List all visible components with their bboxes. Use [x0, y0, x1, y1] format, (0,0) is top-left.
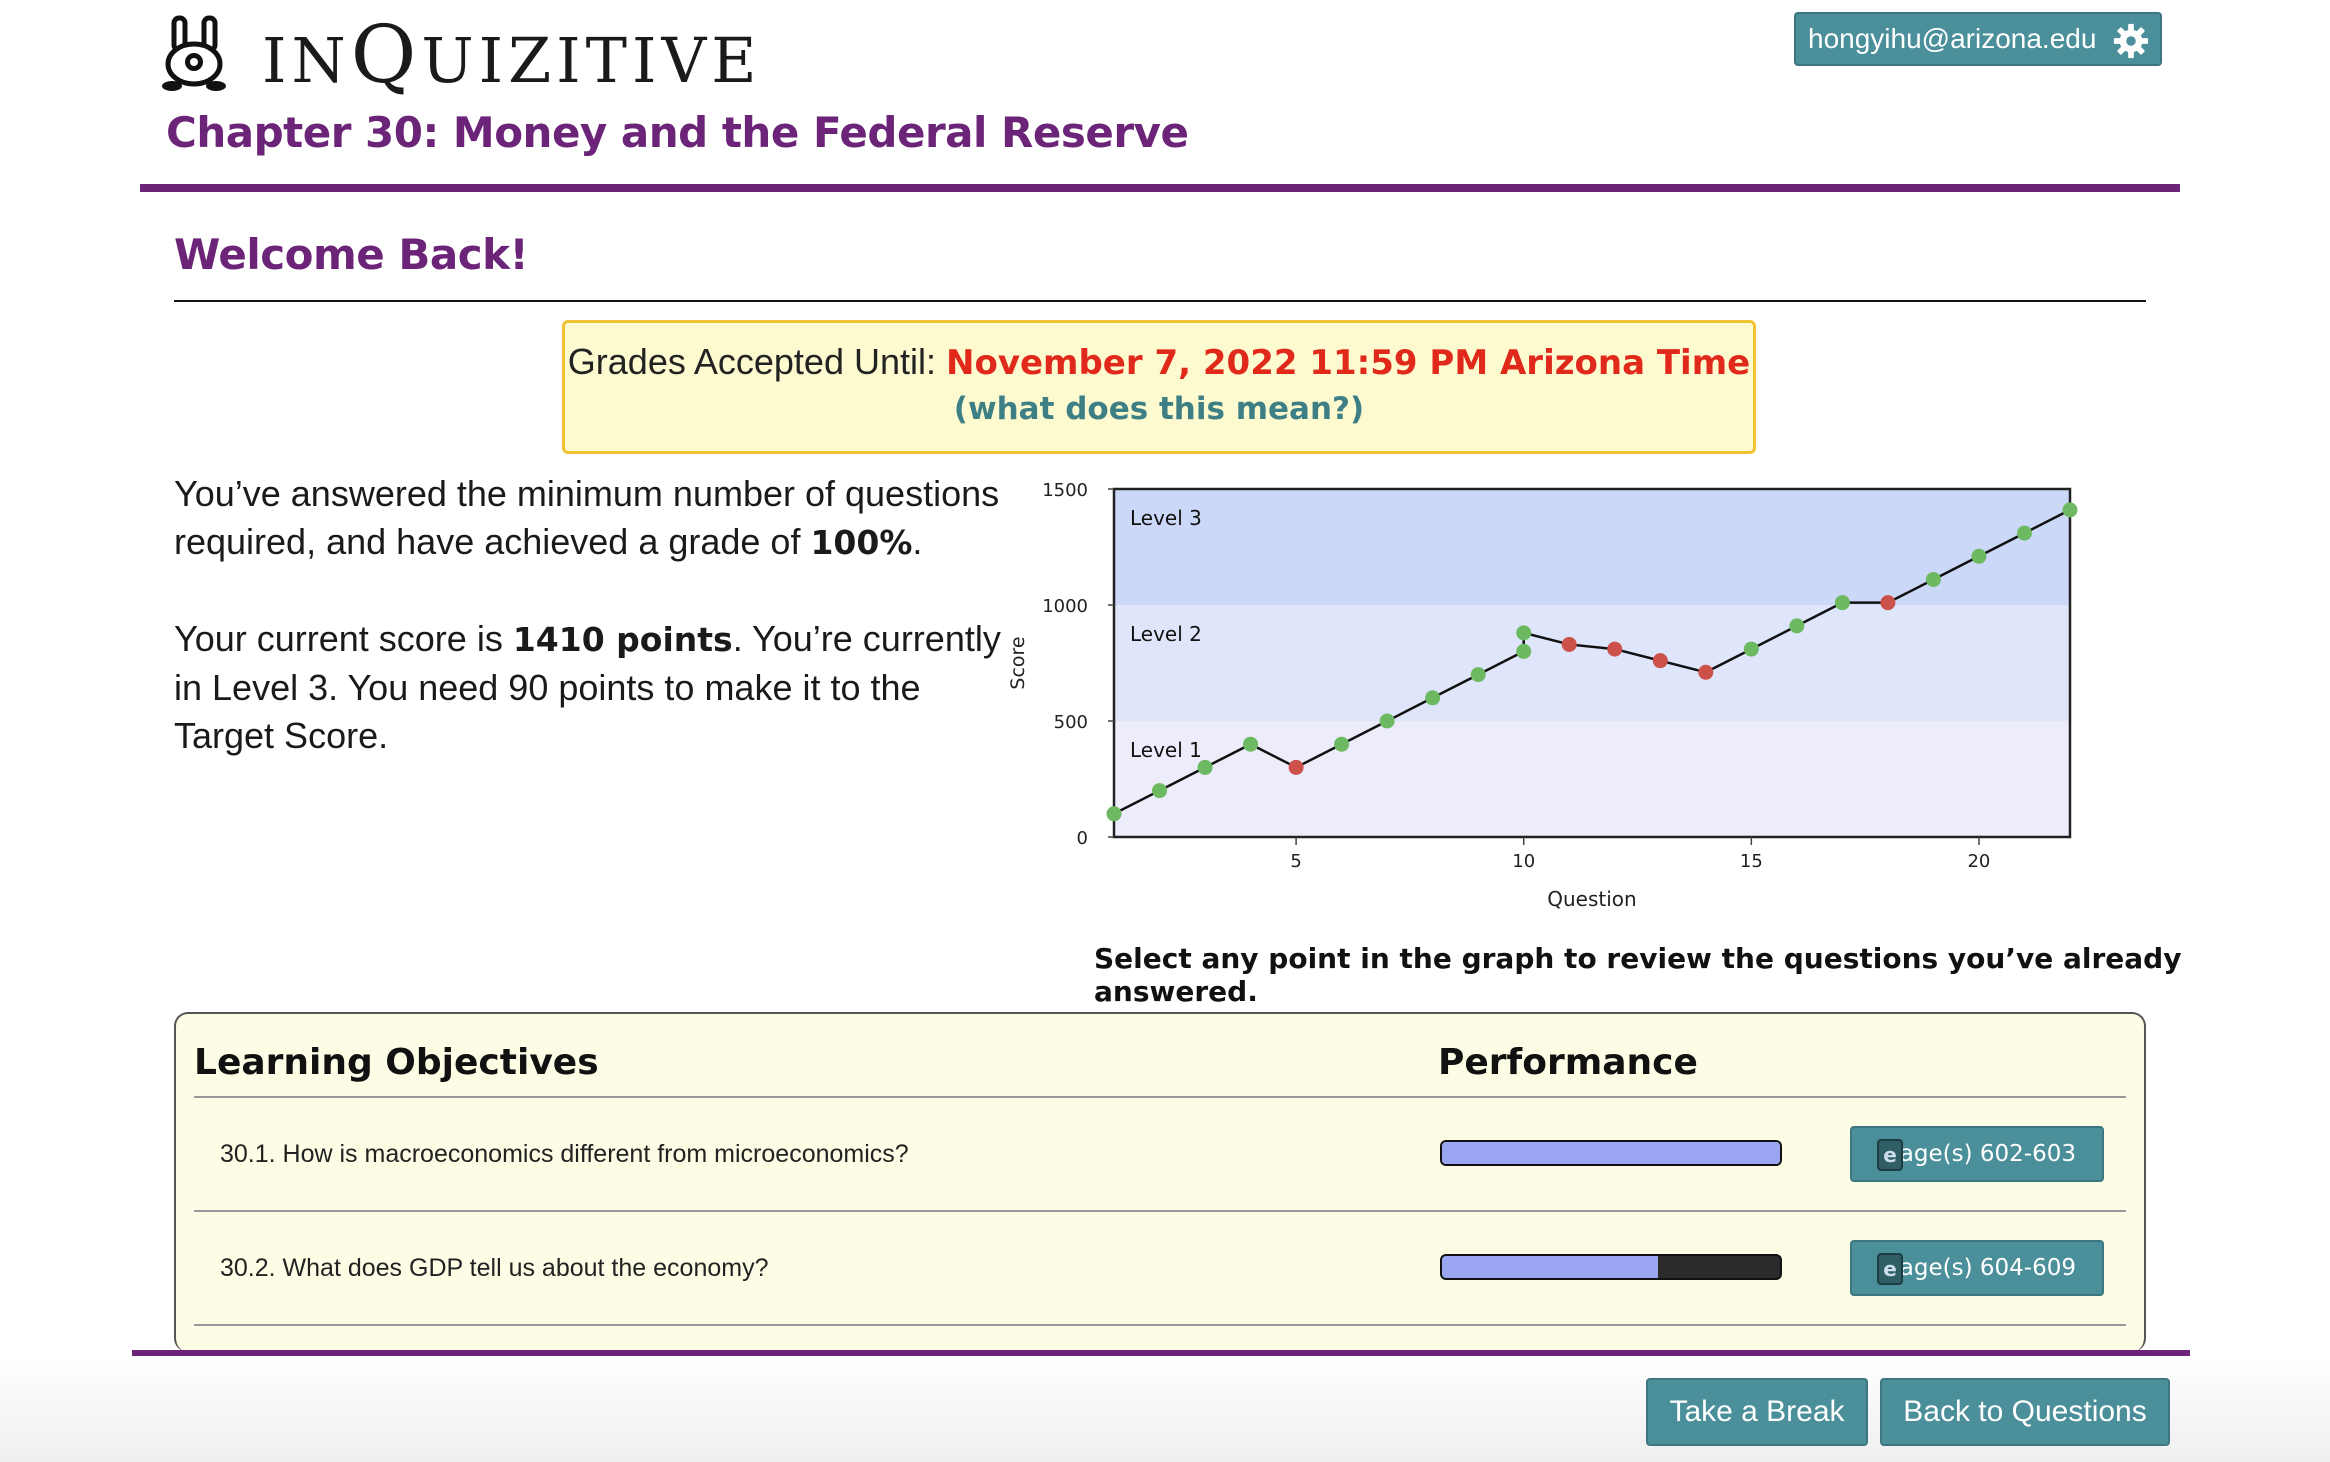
header-divider: [140, 184, 2180, 192]
progress-summary: You’ve answered the minimum number of qu…: [174, 470, 1004, 808]
learning-objectives-panel: Learning Objectives Performance 30.1. Ho…: [174, 1012, 2146, 1352]
score-progress-chart[interactable]: Level 1 Level 2 Level 3 0 500 1000 1500 5 10 15 20…: [1000, 470, 2100, 920]
logo-wordmark-part: UIZITIVE: [421, 23, 762, 97]
incorrect-answer-point[interactable]: [1288, 759, 1304, 775]
grade-value: 100%: [810, 523, 913, 562]
table-divider: [194, 1096, 2126, 1098]
correct-answer-point[interactable]: [1152, 783, 1168, 799]
objective-text: 30.2. What does GDP tell us about the ec…: [220, 1254, 769, 1282]
welcome-heading: Welcome Back!: [174, 230, 529, 279]
grades-label: Grades Accepted Until:: [567, 341, 946, 382]
gear-icon: [2113, 23, 2149, 59]
correct-answer-point[interactable]: [1516, 625, 1532, 641]
level-band: [1114, 489, 2070, 605]
performance-bar-fill: [1442, 1142, 1780, 1164]
y-tick-label: 500: [1054, 712, 1088, 733]
performance-bar: [1440, 1254, 1782, 1280]
ebook-icon: e: [1877, 1139, 1903, 1171]
logo-wordmark-part: IN: [262, 23, 351, 97]
logo-wordmark-part: Q: [350, 7, 422, 101]
grade-summary-text: .: [912, 521, 923, 562]
correct-answer-point[interactable]: [2016, 525, 2032, 541]
ebook-pages-label: Page(s) 602-603: [1886, 1141, 2076, 1167]
level-label: Level 1: [1130, 738, 1202, 762]
correct-answer-point[interactable]: [1470, 667, 1486, 683]
ebook-icon: e: [1877, 1253, 1903, 1285]
incorrect-answer-point[interactable]: [1652, 653, 1668, 669]
welcome-divider: [174, 300, 2146, 302]
correct-answer-point[interactable]: [1971, 548, 1987, 564]
x-tick-label: 15: [1740, 851, 1763, 872]
chart-hint: Select any point in the graph to review …: [1094, 942, 2182, 1008]
table-divider: [194, 1324, 2126, 1326]
correct-answer-point[interactable]: [1789, 618, 1805, 634]
grades-deadline-box: Grades Accepted Until: November 7, 2022 …: [562, 320, 1756, 454]
objective-text: 30.1. How is macroeconomics different fr…: [220, 1140, 909, 1168]
correct-answer-point[interactable]: [2062, 502, 2078, 518]
incorrect-answer-point[interactable]: [1607, 641, 1623, 657]
level-label: Level 3: [1130, 506, 1202, 530]
correct-answer-point[interactable]: [1197, 759, 1213, 775]
back-to-questions-button[interactable]: Back to Questions: [1880, 1378, 2170, 1446]
grades-deadline-date: November 7, 2022 11:59 PM Arizona Time: [946, 343, 1751, 383]
score-summary: Your current score is 1410 points. You’r…: [174, 615, 1004, 760]
ebook-pages-label: Page(s) 604-609: [1886, 1255, 2076, 1281]
incorrect-answer-point[interactable]: [1561, 636, 1577, 652]
x-tick-label: 5: [1290, 851, 1301, 872]
correct-answer-point[interactable]: [1106, 806, 1122, 822]
user-account-button[interactable]: hongyihu@arizona.edu: [1794, 12, 2162, 66]
level-label: Level 2: [1130, 622, 1202, 646]
score-value: 1410 points: [512, 620, 733, 659]
top-bar: INQUIZITIVE hongyihu@arizona.edu Chapter…: [0, 0, 2330, 190]
svg-text:e: e: [1883, 1143, 1897, 1167]
correct-answer-point[interactable]: [1925, 571, 1941, 587]
inquizitive-logo[interactable]: INQUIZITIVE: [160, 8, 762, 101]
objectives-column-header: Learning Objectives: [194, 1042, 599, 1083]
ebook-pages-button[interactable]: e Page(s) 604-609: [1850, 1240, 2104, 1296]
performance-bar-fill: [1442, 1256, 1659, 1278]
performance-column-header: Performance: [1438, 1042, 1698, 1083]
rabbit-logo-icon: [162, 15, 226, 91]
ebook-pages-button[interactable]: e Page(s) 602-603: [1850, 1126, 2104, 1182]
y-tick-label: 1000: [1042, 596, 1088, 617]
correct-answer-point[interactable]: [1834, 595, 1850, 611]
svg-text:e: e: [1883, 1257, 1897, 1281]
grade-summary: You’ve answered the minimum number of qu…: [174, 470, 1004, 567]
level-band: [1114, 721, 2070, 837]
x-tick-label: 10: [1512, 851, 1535, 872]
correct-answer-point[interactable]: [1379, 713, 1395, 729]
x-axis-label: Question: [1547, 887, 1636, 911]
y-tick-label: 1500: [1042, 480, 1088, 501]
grades-deadline-line: Grades Accepted Until: November 7, 2022 …: [565, 341, 1753, 383]
incorrect-answer-point[interactable]: [1880, 595, 1896, 611]
score-summary-text: Your current score is: [174, 618, 513, 659]
level-band: [1114, 605, 2070, 721]
y-axis-label: Score: [1007, 636, 1029, 689]
correct-answer-point[interactable]: [1334, 736, 1350, 752]
take-a-break-button[interactable]: Take a Break: [1646, 1378, 1868, 1446]
chapter-title: Chapter 30: Money and the Federal Reserv…: [166, 108, 1189, 157]
correct-answer-point[interactable]: [1243, 736, 1259, 752]
x-tick-label: 20: [1967, 851, 1990, 872]
deadline-help-link[interactable]: (what does this mean?): [565, 391, 1753, 427]
table-divider: [194, 1210, 2126, 1212]
performance-bar: [1440, 1140, 1782, 1166]
user-email: hongyihu@arizona.edu: [1808, 23, 2097, 54]
correct-answer-point[interactable]: [1743, 641, 1759, 657]
logo-wordmark: INQUIZITIVE: [262, 8, 762, 101]
correct-answer-point[interactable]: [1516, 643, 1532, 659]
incorrect-answer-point[interactable]: [1698, 664, 1714, 680]
y-tick-label: 0: [1077, 828, 1088, 849]
correct-answer-point[interactable]: [1425, 690, 1441, 706]
